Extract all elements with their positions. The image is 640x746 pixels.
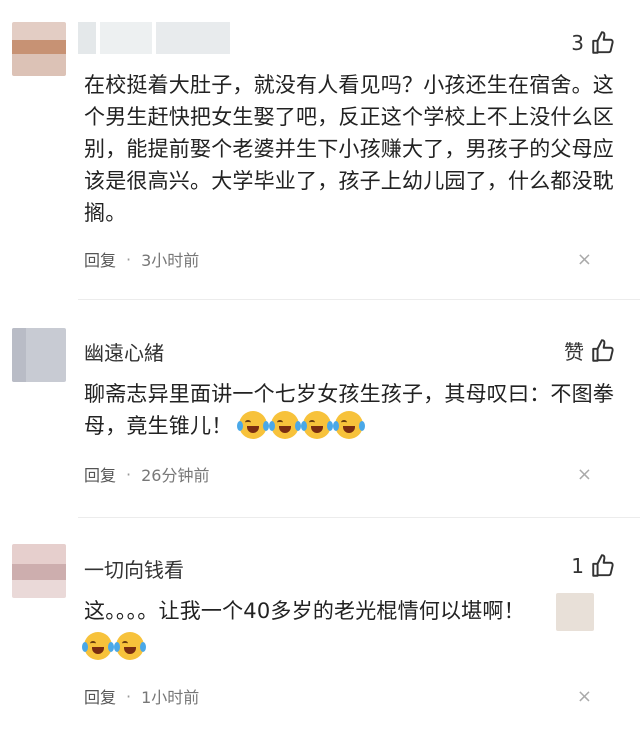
- comment-text: 在校挺着大肚子，就没有人看见吗？小孩还生在宿舍。这个男生赶快把女生娶了吧，反正这…: [84, 73, 614, 225]
- separator-dot: ·: [126, 686, 132, 706]
- avatar[interactable]: [12, 328, 66, 382]
- reply-button[interactable]: 回复: [84, 684, 116, 708]
- like-count: 1: [571, 554, 584, 578]
- comment-meta: 回复 · 3小时前: [84, 247, 199, 271]
- like-button[interactable]: 赞: [564, 336, 616, 365]
- comment-item: 一切向钱看 1 这。。。。让我一个40多岁的老光棍情何以堪啊！ 回复 · 1小时…: [0, 518, 640, 746]
- close-icon[interactable]: ×: [577, 686, 592, 707]
- thumbs-up-icon: [592, 338, 614, 362]
- thumbs-up-icon: [592, 31, 614, 54]
- separator-dot: ·: [126, 464, 132, 484]
- like-button[interactable]: 3: [571, 30, 616, 56]
- comment-text: 聊斋志异里面讲一个七岁女孩生孩子，其母叹曰：不图拳母，竟生锥儿！: [84, 378, 614, 442]
- comment-item: 3 在校挺着大肚子，就没有人看见吗？小孩还生在宿舍。这个男生赶快把女生娶了吧，反…: [0, 0, 640, 300]
- sticker-image: [556, 593, 594, 631]
- username[interactable]: 一切向钱看: [84, 554, 184, 583]
- comment-item: 幽遠心緒 赞 聊斋志异里面讲一个七岁女孩生孩子，其母叹曰：不图拳母，竟生锥儿！ …: [0, 300, 640, 518]
- reply-button[interactable]: 回复: [84, 247, 116, 271]
- reply-button[interactable]: 回复: [84, 462, 116, 486]
- close-icon[interactable]: ×: [577, 249, 592, 270]
- like-count: 赞: [564, 340, 584, 364]
- laughing-crying-emoji-icon: [237, 411, 270, 439]
- laughing-crying-emoji-icon: [114, 632, 146, 660]
- avatar[interactable]: [12, 544, 66, 598]
- comment-text: 这。。。。让我一个40多岁的老光棍情何以堪啊！: [82, 595, 614, 663]
- separator-dot: ·: [126, 249, 132, 269]
- like-button[interactable]: 1: [571, 553, 616, 579]
- laughing-crying-emoji-icon: [301, 411, 334, 439]
- avatar[interactable]: [12, 22, 66, 76]
- comment-time: 3小时前: [141, 251, 200, 270]
- comment-text-body: 这。。。。让我一个40多岁的老光棍情何以堪啊！: [84, 599, 525, 623]
- comment-meta: 回复 · 26分钟前: [84, 462, 209, 486]
- laughing-crying-emoji-icon: [269, 411, 302, 439]
- like-count: 3: [571, 31, 584, 55]
- comment-time: 26分钟前: [141, 466, 210, 485]
- comment-meta: 回复 · 1小时前: [84, 684, 199, 708]
- laughing-crying-emoji-icon: [333, 411, 366, 439]
- close-icon[interactable]: ×: [577, 464, 592, 485]
- comment-time: 1小时前: [141, 688, 200, 707]
- username[interactable]: 幽遠心緒: [84, 337, 164, 366]
- laughing-crying-emoji-icon: [82, 632, 114, 660]
- thumbs-up-icon: [592, 554, 614, 577]
- username-blurred: [78, 22, 230, 54]
